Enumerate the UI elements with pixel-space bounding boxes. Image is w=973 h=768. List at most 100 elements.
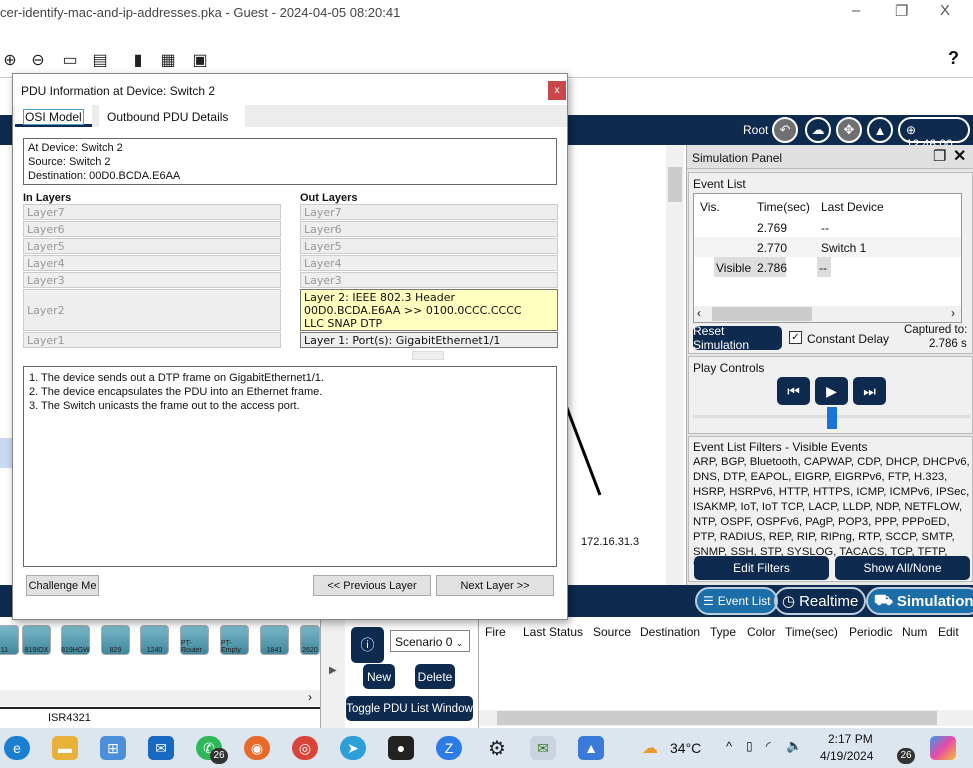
back-icon[interactable]: ↶ bbox=[772, 117, 798, 143]
out-layer-1[interactable]: Layer 1: Port(s): GigabitEthernet1/1 bbox=[300, 332, 558, 348]
undock-icon[interactable]: ❐ bbox=[933, 147, 946, 165]
copilot-icon[interactable] bbox=[930, 736, 956, 760]
device-item[interactable]: 11 bbox=[0, 625, 19, 655]
event-list-hscroll[interactable]: ‹ › bbox=[694, 306, 961, 322]
zoom-reset-icon[interactable]: ⊕ bbox=[0, 50, 20, 70]
clock-button[interactable]: ⊕ 12:46:00 bbox=[898, 117, 970, 151]
in-layer-6[interactable]: Layer6 bbox=[23, 221, 281, 237]
in-layer-5[interactable]: Layer5 bbox=[23, 238, 281, 254]
in-layer-2[interactable]: Layer2 bbox=[23, 289, 281, 331]
event-list-table[interactable]: Vis. Time(sec) Last Device 2.769 -- 2.77… bbox=[693, 193, 962, 323]
out-layer-7[interactable]: Layer7 bbox=[300, 204, 558, 220]
pdu-hscroll[interactable] bbox=[479, 710, 973, 726]
device-item[interactable]: 819HGW bbox=[61, 625, 90, 655]
edit-filters-button[interactable]: Edit Filters bbox=[694, 556, 829, 580]
photos-icon[interactable]: ▲ bbox=[578, 736, 604, 760]
background-image-icon[interactable]: ▲ bbox=[867, 117, 893, 143]
out-layer-3[interactable]: Layer3 bbox=[300, 272, 558, 288]
realtime-button[interactable]: ◷ Realtime bbox=[774, 587, 867, 615]
device-hscroll[interactable]: › bbox=[0, 690, 320, 706]
cloud-add-icon[interactable]: ☁ bbox=[805, 117, 831, 143]
notification-badge[interactable]: 26 bbox=[897, 748, 915, 764]
dialog-close-button[interactable]: x bbox=[548, 81, 566, 100]
table-row[interactable]: 2.770 Switch 1 bbox=[694, 237, 961, 257]
constant-delay-checkbox[interactable]: ✓ bbox=[789, 331, 802, 344]
server-icon[interactable]: ▮ bbox=[128, 50, 148, 70]
device-item[interactable]: 1841 bbox=[260, 625, 289, 655]
expand-arrow-icon[interactable]: ▶ bbox=[320, 617, 345, 728]
close-window-button[interactable]: X bbox=[940, 2, 950, 19]
challenge-me-button[interactable]: Challenge Me bbox=[26, 575, 99, 596]
close-panel-icon[interactable]: ✕ bbox=[953, 146, 966, 166]
store-icon[interactable]: ⊞ bbox=[100, 736, 126, 760]
show-all-none-button[interactable]: Show All/None bbox=[835, 556, 970, 580]
in-layer-7[interactable]: Layer7 bbox=[23, 204, 281, 220]
firefox-icon[interactable]: ◉ bbox=[244, 736, 270, 760]
scenario-select[interactable]: Scenario 0 ⌄ bbox=[390, 630, 470, 652]
device-icon[interactable]: ▦ bbox=[158, 50, 178, 70]
toggle-pdu-list-button[interactable]: Toggle PDU List Window bbox=[346, 696, 473, 721]
root-label[interactable]: Root bbox=[743, 123, 768, 137]
recorder-icon[interactable]: ● bbox=[388, 736, 414, 760]
reset-simulation-button[interactable]: Reset Simulation bbox=[693, 324, 782, 352]
device-item[interactable]: PT-Empty bbox=[220, 625, 249, 655]
scroll-left-icon[interactable]: ‹ bbox=[697, 306, 701, 320]
clock-time[interactable]: 2:17 PM bbox=[828, 732, 873, 746]
in-layer-1[interactable]: Layer1 bbox=[23, 332, 281, 348]
cloud-icon[interactable]: ▣ bbox=[190, 50, 210, 70]
previous-layer-button[interactable]: << Previous Layer bbox=[313, 575, 431, 596]
device-item[interactable]: 819IOX bbox=[22, 625, 51, 655]
simulation-button[interactable]: ⛟ Simulation bbox=[866, 587, 973, 615]
volume-icon[interactable]: 🔈 bbox=[786, 738, 802, 754]
chrome-icon[interactable]: ◎ bbox=[292, 736, 318, 760]
sim-panel-header: Simulation Panel ❐ ✕ bbox=[687, 145, 973, 169]
in-layer-4[interactable]: Layer4 bbox=[23, 255, 281, 271]
table-row[interactable]: 2.769 -- bbox=[694, 217, 961, 237]
tab-osi-model[interactable]: OSI Model bbox=[15, 105, 92, 127]
device-item[interactable]: 1240 bbox=[140, 625, 169, 655]
out-layer-2-selected[interactable]: Layer 2: IEEE 802.3 Header 00D0.BCDA.E6AA… bbox=[300, 289, 558, 331]
out-layer-6[interactable]: Layer6 bbox=[300, 221, 558, 237]
wifi-icon[interactable]: ◜ bbox=[766, 739, 771, 753]
window-icon[interactable]: ▭ bbox=[60, 50, 80, 70]
workspace-vscroll[interactable] bbox=[666, 145, 684, 585]
packet-tracer-icon[interactable]: ✉ bbox=[530, 736, 556, 760]
description-line: 3. The Switch unicasts the frame out to … bbox=[29, 400, 300, 412]
help-icon[interactable]: ? bbox=[948, 48, 959, 69]
mail-icon[interactable]: ✉ bbox=[148, 736, 174, 760]
settings-icon[interactable]: ⚙ bbox=[484, 736, 510, 760]
zoom-app-icon[interactable]: Z bbox=[436, 736, 462, 760]
scroll-right-icon[interactable]: › bbox=[951, 306, 955, 320]
info-icon[interactable]: ⓘ bbox=[351, 627, 384, 663]
event-list-button[interactable]: ☰ Event List bbox=[695, 587, 779, 615]
next-layer-button[interactable]: Next Layer >> bbox=[436, 575, 554, 596]
dialog-tabs: OSI Model Outbound PDU Details bbox=[13, 105, 567, 127]
step-back-button[interactable]: ⏮ bbox=[777, 377, 810, 405]
tab-outbound-pdu-details[interactable]: Outbound PDU Details bbox=[99, 105, 245, 127]
palette-icon[interactable]: ▤ bbox=[90, 50, 110, 70]
out-layer-5[interactable]: Layer5 bbox=[300, 238, 558, 254]
out-layer-4[interactable]: Layer4 bbox=[300, 255, 558, 271]
delete-scenario-button[interactable]: Delete bbox=[415, 664, 455, 689]
minimize-button[interactable]: – bbox=[852, 2, 860, 19]
edge-icon[interactable]: e bbox=[4, 736, 30, 760]
restore-button[interactable]: ❐ bbox=[895, 2, 908, 20]
play-button[interactable]: ▶ bbox=[815, 377, 848, 405]
tray-chevron-icon[interactable]: ^ bbox=[726, 739, 732, 754]
zoom-out-icon[interactable]: ⊖ bbox=[28, 50, 48, 70]
file-explorer-icon[interactable]: ▬ bbox=[52, 736, 78, 760]
device-item[interactable]: PT-Router bbox=[180, 625, 209, 655]
telegram-icon[interactable]: ➤ bbox=[340, 736, 366, 760]
device-item[interactable]: 829 bbox=[101, 625, 130, 655]
device-item[interactable]: 2620 bbox=[300, 625, 320, 655]
captured-label: Captured to: bbox=[904, 324, 968, 336]
speed-slider-handle[interactable] bbox=[827, 407, 837, 429]
weather-temp[interactable]: 34°C bbox=[670, 740, 701, 756]
step-forward-button[interactable]: ⏭ bbox=[853, 377, 886, 405]
clock-date[interactable]: 4/19/2024 bbox=[820, 749, 873, 763]
new-scenario-button[interactable]: New bbox=[363, 664, 395, 689]
move-icon[interactable]: ✥ bbox=[836, 117, 862, 143]
table-row[interactable]: Visible 2.786 -- bbox=[694, 257, 961, 277]
event-list-text: Event List bbox=[717, 594, 771, 608]
in-layer-3[interactable]: Layer3 bbox=[23, 272, 281, 288]
